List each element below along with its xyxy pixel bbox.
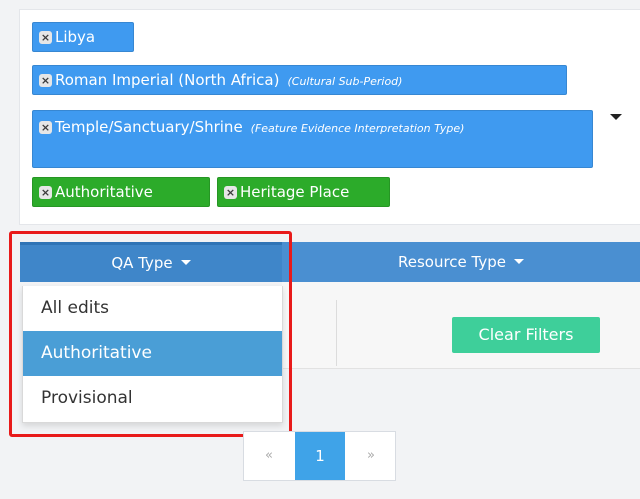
remove-tag-icon[interactable]: × [39,186,52,199]
search-filter-box[interactable]: × Libya × Roman Imperial (North Africa) (Cu… [20,10,640,224]
tag-note: (Cultural Sub-Period) [287,75,403,88]
divider [336,300,337,366]
tag-note: (Feature Evidence Interpretation Type) [250,122,465,135]
filter-tag-temple-sanctuary-shrine[interactable]: × Temple/Sanctuary/Shrine (Feature Evidenc… [32,110,593,168]
pagination-current[interactable]: 1 [295,432,345,480]
tag-label: Temple/Sanctuary/Shrine [55,118,243,136]
chevron-down-icon[interactable] [610,114,622,120]
remove-tag-icon[interactable]: × [39,31,52,44]
pagination-prev[interactable]: « [244,432,294,480]
caret-down-icon [514,259,524,264]
pagination-next[interactable]: » [346,432,396,480]
remove-tag-icon[interactable]: × [39,121,52,134]
filter-tag-heritage-place[interactable]: × Heritage Place [217,177,390,207]
tag-label: Authoritative [55,183,153,201]
remove-tag-icon[interactable]: × [39,74,52,87]
highlight-box [9,231,292,437]
tag-label: Heritage Place [240,183,350,201]
clear-filters-button[interactable]: Clear Filters [452,317,600,353]
filter-tag-authoritative[interactable]: × Authoritative [32,177,210,207]
pagination: « 1 » [243,431,396,481]
resource-type-dropdown-toggle[interactable]: Resource Type [282,242,640,282]
filter-tag-libya[interactable]: × Libya [32,22,134,52]
remove-tag-icon[interactable]: × [224,186,237,199]
tag-label: Roman Imperial (North Africa) [55,71,280,89]
tag-label: Libya [55,28,96,46]
resource-type-label: Resource Type [397,253,506,271]
filter-tag-roman-imperial[interactable]: × Roman Imperial (North Africa) (Cultural … [32,65,567,95]
